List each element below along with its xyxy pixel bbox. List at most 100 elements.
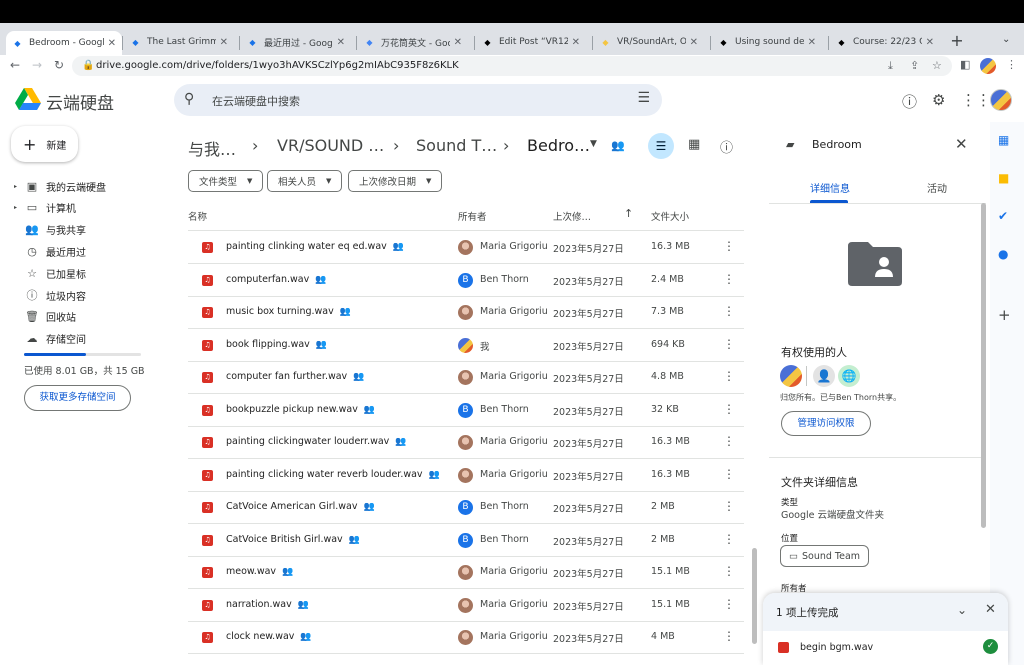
file-name[interactable]: bookpuzzle pickup new.wav [226,404,358,415]
browser-tab[interactable]: ◆ Edit Post “VR12–W ✕ [476,31,586,53]
more-actions-icon[interactable]: ⋮ [723,337,735,351]
browser-menu-icon[interactable]: ⋮ [1006,58,1017,71]
add-addon-icon[interactable]: + [998,306,1011,324]
bookmark-star-icon[interactable]: ☆ [932,59,942,72]
table-row[interactable]: ♫ CatVoice British Girl.wav 👥 B Ben Thorn… [188,524,744,556]
share-icon[interactable]: ⇪ [910,59,919,72]
sidebar-item[interactable]: ☆ 已加星标 [14,264,86,282]
close-tab-icon[interactable]: ✕ [220,37,228,48]
settings-gear-icon[interactable]: ⚙ [932,91,945,109]
file-name[interactable]: painting clickingwater louderr.wav [226,436,389,447]
sidebar-item[interactable]: ◷ 最近用过 [14,242,86,260]
table-row[interactable]: ♫ CatVoice American Girl.wav 👥 B Ben Thor… [188,491,744,523]
more-actions-icon[interactable]: ⋮ [723,369,735,383]
more-actions-icon[interactable]: ⋮ [723,564,735,578]
search-input[interactable]: 在云端硬盘中搜索 [212,93,300,109]
search-options-icon[interactable]: ☰ [637,90,650,106]
table-row[interactable]: ♫ music box turning.wav 👥 Maria Grigoriu … [188,296,744,328]
breadcrumb-current[interactable]: Bedro… [527,136,590,155]
sort-arrow-icon[interactable]: ↑ [624,207,633,220]
url-text[interactable]: drive.google.com/drive/folders/1wyo3hAVK… [96,60,459,71]
table-row[interactable]: ♫ painting clicking water reverb louder.… [188,459,744,491]
sidebar-item[interactable]: ▸ ▭ 计算机 [14,199,76,217]
file-name[interactable]: CatVoice American Girl.wav [226,501,358,512]
file-name[interactable]: meow.wav [226,566,276,577]
file-name[interactable]: narration.wav [226,599,292,610]
column-header-name[interactable]: 名称 [188,209,207,223]
info-icon[interactable]: ⓘ [720,137,733,156]
browser-tab[interactable]: ◆ 最近用过 - Google ✕ [241,31,351,53]
close-tab-icon[interactable]: ✕ [808,37,816,48]
column-header-size[interactable]: 文件大小 [651,209,689,223]
app-brand[interactable]: 云端硬盘 [46,89,114,114]
close-icon[interactable]: ✕ [985,602,996,617]
sidebar-item[interactable]: 🗑 回收站 [14,308,76,326]
tab-search-icon[interactable]: ⌄ [1002,34,1010,45]
column-header-owner[interactable]: 所有者 [458,209,487,223]
back-icon[interactable]: ← [8,58,22,72]
sidebar-item[interactable]: 👥 与我共享 [14,221,86,239]
get-more-storage-button[interactable]: 获取更多存储空间 [24,385,131,411]
column-header-modified[interactable]: 上次修… [553,209,591,223]
file-name[interactable]: painting clicking water reverb louder.wa… [226,469,423,480]
new-button[interactable]: + 新建 [11,126,78,162]
more-actions-icon[interactable]: ⋮ [723,499,735,513]
table-row[interactable]: ♫ computerfan.wav 👥 B Ben Thorn 2023年5月27… [188,264,744,296]
more-actions-icon[interactable]: ⋮ [723,304,735,318]
browser-tab[interactable]: ◆ 万花筒英文 - Googl ✕ [358,31,468,53]
drive-logo-icon[interactable] [15,88,41,110]
scrollbar[interactable] [981,203,986,528]
calendar-icon[interactable]: ▦ [998,133,1009,147]
file-name[interactable]: computer fan further.wav [226,371,347,382]
close-tab-icon[interactable]: ✕ [454,37,462,48]
breadcrumb-item[interactable]: Sound T… [416,136,497,155]
sidebar-item[interactable]: ☁ 存储空间 [14,330,87,348]
folder-dropdown-icon[interactable]: ▼ [590,139,597,149]
grid-view-icon[interactable]: ▦ [688,137,700,152]
manage-access-button[interactable]: 管理访问权限 [781,411,871,436]
more-actions-icon[interactable]: ⋮ [723,272,735,286]
more-actions-icon[interactable]: ⋮ [723,597,735,611]
table-row[interactable]: ♫ bookpuzzle pickup new.wav 👥 B Ben Thorn… [188,394,744,426]
table-row[interactable]: ♫ painting clickingwater louderr.wav 👥 Ma… [188,426,744,458]
more-actions-icon[interactable]: ⋮ [723,239,735,253]
search-box[interactable]: ⚲ 在云端硬盘中搜索 ☰ [174,84,662,116]
file-name[interactable]: painting clinking water eq ed.wav [226,241,387,252]
breadcrumb-item[interactable]: 与我… [188,136,236,160]
filter-chip-people[interactable]: 相关人员 ▼ [267,170,343,192]
apps-grid-icon[interactable]: ⋮⋮ [961,91,991,109]
tab-details[interactable]: 详细信息 [810,180,850,195]
expand-icon[interactable]: ▸ [14,183,22,190]
omnibox[interactable]: 🔒 drive.google.com/drive/folders/1wyo3hA… [72,56,952,76]
keep-icon[interactable]: ■ [998,171,1009,185]
table-row[interactable]: ♫ painting clinking water eq ed.wav 👥 Mar… [188,231,744,263]
filter-chip-modified[interactable]: 上次修改日期 ▼ [348,170,443,192]
breadcrumb-item[interactable]: VR/SOUND … [277,136,384,155]
table-row[interactable]: ♫ book flipping.wav 👥 我 2023年5月27日 694 KB… [188,329,744,361]
table-row[interactable]: ♫ meow.wav 👥 Maria Grigoriu 2023年5月27日 15… [188,556,744,588]
close-tab-icon[interactable]: ✕ [926,37,934,48]
close-tab-icon[interactable]: ✕ [108,38,116,49]
scrollbar[interactable] [752,548,757,644]
table-row[interactable]: ♫ clock new.wav 👥 Maria Grigoriu 2023年5月2… [188,621,744,653]
chevron-down-icon[interactable]: ⌄ [957,603,967,617]
profile-avatar[interactable] [980,58,996,74]
location-chip[interactable]: ▭ Sound Team [780,545,870,567]
file-name[interactable]: book flipping.wav [226,339,310,350]
more-actions-icon[interactable]: ⋮ [723,532,735,546]
expand-icon[interactable]: ▸ [14,204,22,211]
install-icon[interactable]: ⤓ [888,59,893,73]
tab-activity[interactable]: 活动 [927,180,947,195]
forward-icon[interactable]: → [30,58,44,72]
more-actions-icon[interactable]: ⋮ [723,629,735,643]
side-panel-icon[interactable]: ◧ [960,58,970,71]
avatar[interactable] [780,365,802,387]
tasks-icon[interactable]: ✔ [998,209,1008,223]
avatar[interactable]: 👤 [813,365,835,387]
reload-icon[interactable]: ↻ [52,58,66,72]
search-icon[interactable]: ⚲ [184,91,194,107]
more-actions-icon[interactable]: ⋮ [723,434,735,448]
help-icon[interactable]: ⓘ [902,91,917,112]
browser-tab[interactable]: ◆ Using sound desig ✕ [712,31,822,53]
globe-icon[interactable]: 🌐 [838,365,860,387]
